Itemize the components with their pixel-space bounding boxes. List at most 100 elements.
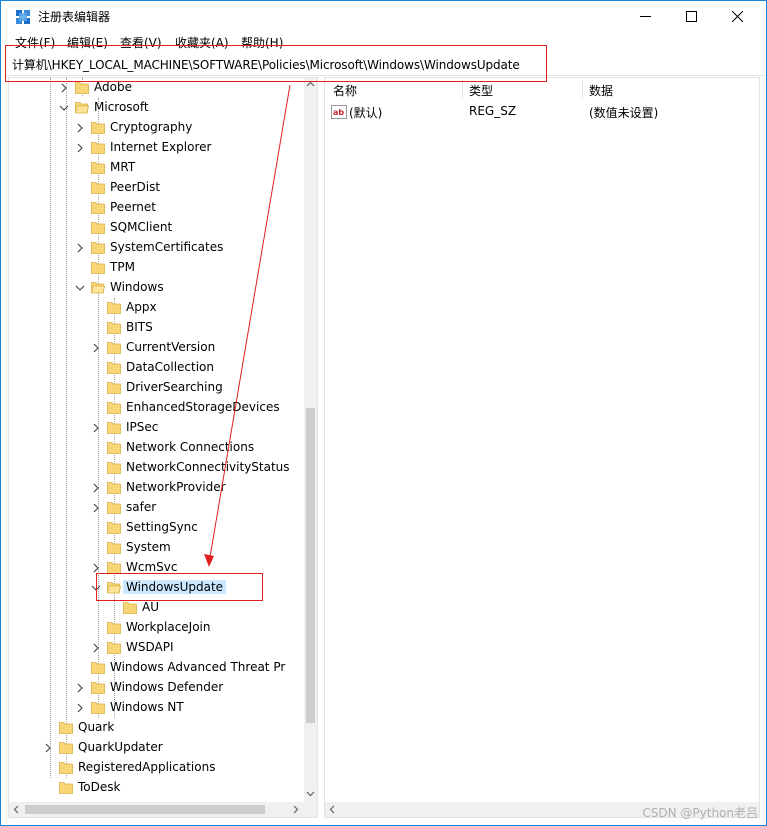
tree-item-peernet[interactable]: Peernet bbox=[9, 198, 304, 218]
value-type: REG_SZ bbox=[469, 104, 517, 118]
tree-item-wsdapi[interactable]: WSDAPI bbox=[9, 638, 304, 658]
folder-icon bbox=[107, 302, 121, 314]
tree-item-label: ToDesk bbox=[78, 780, 121, 794]
tree-item-quarkupdater[interactable]: QuarkUpdater bbox=[9, 738, 304, 758]
folder-icon bbox=[107, 622, 121, 634]
chevron-right-icon[interactable] bbox=[91, 502, 101, 514]
folder-icon bbox=[59, 762, 73, 774]
tree-item-systemcertificates[interactable]: SystemCertificates bbox=[9, 238, 304, 258]
tree-item-tpm[interactable]: TPM bbox=[9, 258, 304, 278]
tree-item-driversearching[interactable]: DriverSearching bbox=[9, 378, 304, 398]
scroll-left-icon[interactable] bbox=[13, 805, 20, 814]
title-bar[interactable]: 注册表编辑器 bbox=[1, 1, 766, 31]
tree-item-label: WcmSvc bbox=[126, 560, 178, 574]
tree-item-cryptography[interactable]: Cryptography bbox=[9, 118, 304, 138]
tree-item-windows-defender[interactable]: Windows Defender bbox=[9, 678, 304, 698]
tree-item-windows[interactable]: Windows bbox=[9, 278, 304, 298]
maximize-button[interactable] bbox=[668, 1, 714, 31]
tree-item-ipsec[interactable]: IPSec bbox=[9, 418, 304, 438]
tree-item-appx[interactable]: Appx bbox=[9, 298, 304, 318]
folder-icon bbox=[91, 702, 105, 714]
chevron-right-icon[interactable] bbox=[75, 682, 85, 694]
tree-item-enhancedstoragedevices[interactable]: EnhancedStorageDevices bbox=[9, 398, 304, 418]
tree-item-system[interactable]: System bbox=[9, 538, 304, 558]
tree-item-label: NetworkProvider bbox=[126, 480, 226, 494]
tree-item-bits[interactable]: BITS bbox=[9, 318, 304, 338]
tree-item-networkconnectivitystatus[interactable]: NetworkConnectivityStatus bbox=[9, 458, 304, 478]
tree-item-workplacejoin[interactable]: WorkplaceJoin bbox=[9, 618, 304, 638]
chevron-right-icon[interactable] bbox=[91, 642, 101, 654]
chevron-right-icon[interactable] bbox=[59, 82, 69, 94]
folder-icon bbox=[91, 122, 105, 134]
tree-item-label: WSDAPI bbox=[126, 640, 174, 654]
chevron-right-icon[interactable] bbox=[75, 702, 85, 714]
values-list-pane[interactable]: 名称 类型 数据 ab (默认) REG_SZ (数值未设置) bbox=[324, 77, 760, 818]
tree-item-networkprovider[interactable]: NetworkProvider bbox=[9, 478, 304, 498]
folder-icon bbox=[107, 422, 121, 434]
folder-icon bbox=[91, 162, 105, 174]
chevron-right-icon[interactable] bbox=[75, 122, 85, 134]
close-button[interactable] bbox=[714, 1, 760, 31]
tree-item-label: BITS bbox=[126, 320, 153, 334]
tree-item-label: TPM bbox=[110, 260, 135, 274]
tree-item-quark[interactable]: Quark bbox=[9, 718, 304, 738]
minimize-icon bbox=[639, 15, 651, 17]
tree-item-datacollection[interactable]: DataCollection bbox=[9, 358, 304, 378]
chevron-right-icon[interactable] bbox=[91, 342, 101, 354]
tree-item-microsoft[interactable]: Microsoft bbox=[9, 98, 304, 118]
tree-item-sqmclient[interactable]: SQMClient bbox=[9, 218, 304, 238]
tree-item-settingsync[interactable]: SettingSync bbox=[9, 518, 304, 538]
minimize-button[interactable] bbox=[622, 1, 668, 31]
folder-icon bbox=[107, 362, 121, 374]
tree-item-label: PeerDist bbox=[110, 180, 161, 194]
scroll-right-icon[interactable] bbox=[292, 805, 299, 814]
tree-item-au[interactable]: AU bbox=[9, 598, 304, 618]
tree-item-label: System bbox=[126, 540, 171, 554]
key-tree-pane[interactable]: Adobe Microsoft Cryptography Internet Explo… bbox=[8, 77, 318, 818]
tree-item-label: Windows Defender bbox=[110, 680, 224, 694]
tree-item-safer[interactable]: safer bbox=[9, 498, 304, 518]
tree-horizontal-scroll-thumb[interactable] bbox=[25, 805, 265, 814]
tree-item-windows-nt[interactable]: Windows NT bbox=[9, 698, 304, 718]
chevron-down-icon[interactable] bbox=[75, 282, 85, 294]
chevron-right-icon[interactable] bbox=[75, 142, 85, 154]
chevron-down-icon[interactable] bbox=[59, 102, 69, 114]
folder-icon bbox=[59, 782, 73, 794]
tree-item-label: SettingSync bbox=[126, 520, 198, 534]
tree-item-label: EnhancedStorageDevices bbox=[126, 400, 280, 414]
scroll-left-icon[interactable] bbox=[329, 805, 336, 814]
tree-item-label: DriverSearching bbox=[126, 380, 223, 394]
folder-icon bbox=[91, 142, 105, 154]
tree-item-peerdist[interactable]: PeerDist bbox=[9, 178, 304, 198]
tree-item-label: Windows Advanced Threat Pr bbox=[110, 660, 286, 674]
tree-item-label: Network Connections bbox=[126, 440, 255, 454]
column-separator[interactable] bbox=[462, 80, 463, 98]
tree-item-label: IPSec bbox=[126, 420, 159, 434]
chevron-right-icon[interactable] bbox=[75, 242, 85, 254]
column-header-data[interactable]: 数据 bbox=[589, 78, 613, 100]
tree-vertical-scroll-thumb[interactable] bbox=[306, 408, 315, 723]
tree-item-todesk[interactable]: ToDesk bbox=[9, 778, 304, 798]
tree-item-internet-explorer[interactable]: Internet Explorer bbox=[9, 138, 304, 158]
tree-item-mrt[interactable]: MRT bbox=[9, 158, 304, 178]
tree-item-registeredapplications[interactable]: RegisteredApplications bbox=[9, 758, 304, 778]
tree-item-label: safer bbox=[126, 500, 157, 514]
folder-icon bbox=[91, 182, 105, 194]
chevron-right-icon[interactable] bbox=[91, 482, 101, 494]
chevron-right-icon[interactable] bbox=[43, 742, 53, 754]
scroll-up-icon[interactable] bbox=[306, 81, 315, 88]
tree-item-label: Quark bbox=[78, 720, 115, 734]
value-name: (默认) bbox=[349, 106, 383, 120]
tree-horizontal-scrollbar[interactable] bbox=[9, 802, 304, 817]
column-separator[interactable] bbox=[582, 80, 583, 98]
tree-vertical-scrollbar[interactable] bbox=[304, 78, 317, 802]
tree-item-currentversion[interactable]: CurrentVersion bbox=[9, 338, 304, 358]
tree-item-windows-advanced-threat-pr[interactable]: Windows Advanced Threat Pr bbox=[9, 658, 304, 678]
folder-icon bbox=[91, 242, 105, 254]
scroll-down-icon[interactable] bbox=[306, 790, 315, 797]
address-annotation-box bbox=[5, 45, 547, 82]
chevron-right-icon[interactable] bbox=[91, 422, 101, 434]
value-row[interactable]: ab (默认) REG_SZ (数值未设置) bbox=[325, 102, 759, 122]
window-title: 注册表编辑器 bbox=[38, 10, 111, 24]
tree-item-network-connections[interactable]: Network Connections bbox=[9, 438, 304, 458]
